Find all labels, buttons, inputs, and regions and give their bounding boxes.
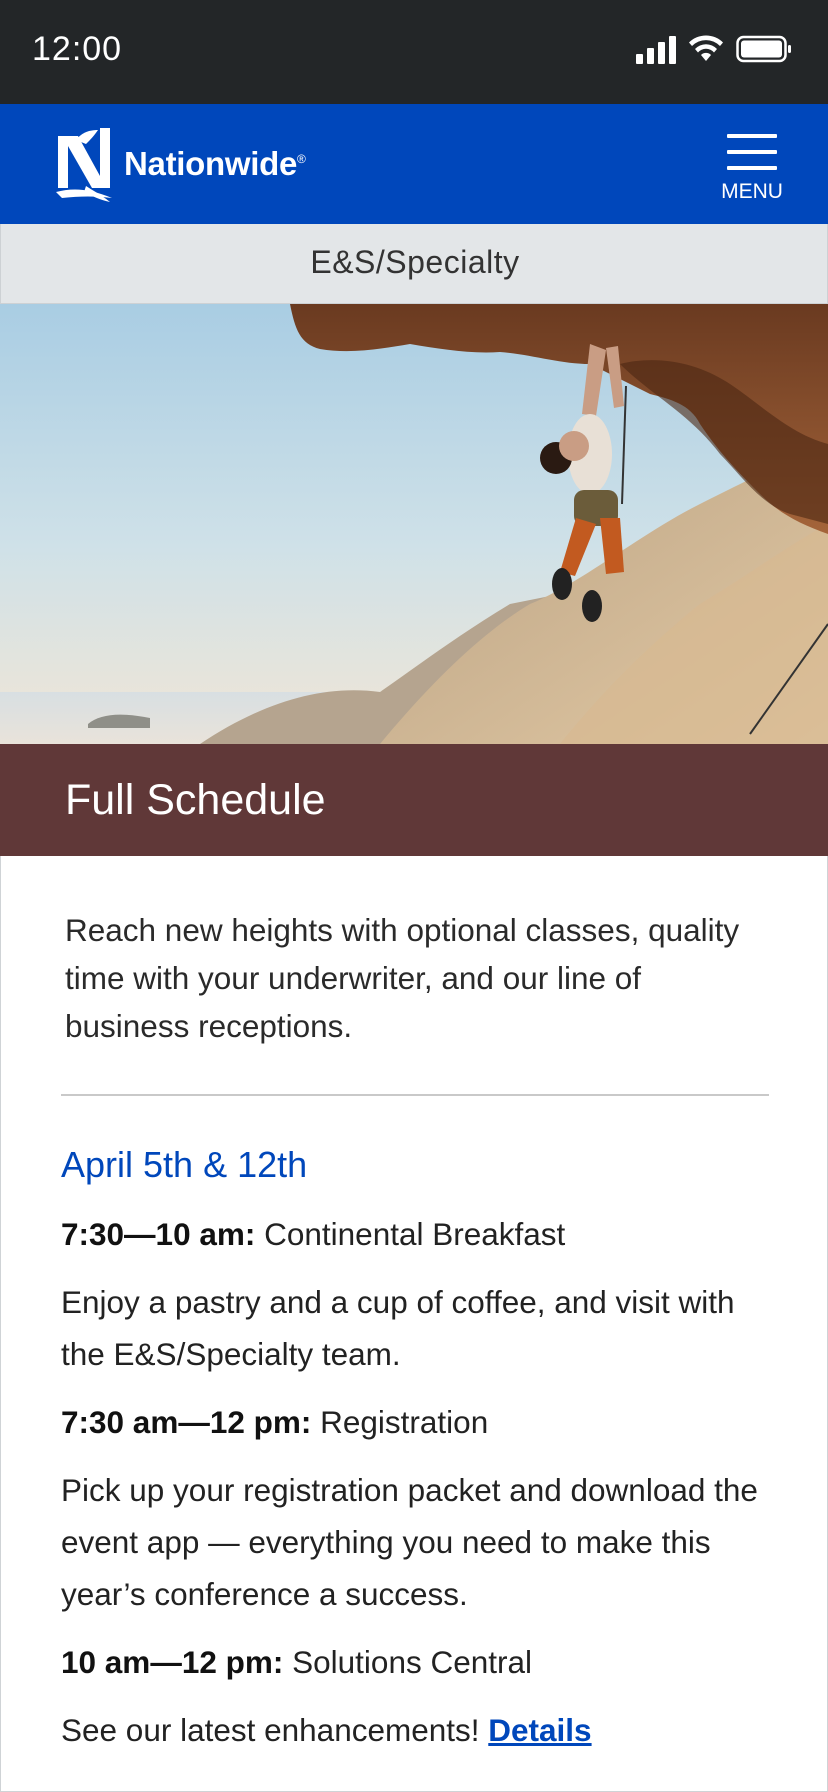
brand-name: Nationwide bbox=[124, 145, 298, 182]
schedule-time: 7:30—10 am: bbox=[61, 1216, 256, 1252]
registered-mark: ® bbox=[297, 152, 306, 166]
subnav-label: E&S/Specialty bbox=[310, 244, 520, 280]
schedule-item-title: 7:30—10 am: Continental Breakfast bbox=[61, 1208, 781, 1260]
schedule-title: Continental Breakfast bbox=[264, 1216, 566, 1252]
page-title: Full Schedule bbox=[65, 776, 326, 824]
schedule-title: Registration bbox=[320, 1404, 489, 1440]
nationwide-logo[interactable]: Nationwide® bbox=[56, 126, 306, 202]
schedule-item-description: Enjoy a pastry and a cup of coffee, and … bbox=[61, 1284, 735, 1372]
schedule-item-description: See our latest enhancements! Details bbox=[61, 1704, 781, 1756]
schedule-description-text: See our latest enhancements! bbox=[61, 1712, 480, 1748]
date-heading: April 5th & 12th bbox=[61, 1144, 308, 1185]
schedule-item-description: Pick up your registration packet and dow… bbox=[61, 1472, 758, 1612]
details-link[interactable]: Details bbox=[488, 1712, 591, 1748]
schedule-item-title: 10 am—12 pm: Solutions Central bbox=[61, 1636, 781, 1688]
divider bbox=[61, 1094, 769, 1096]
eagle-logo-icon bbox=[56, 128, 112, 202]
schedule-content: Reach new heights with optional classes,… bbox=[0, 856, 828, 1792]
top-navbar: Nationwide® MENU bbox=[0, 104, 828, 224]
menu-button[interactable]: MENU bbox=[712, 128, 792, 204]
wifi-icon bbox=[689, 35, 723, 61]
intro-text: Reach new heights with optional classes,… bbox=[65, 912, 740, 1044]
signal-icon bbox=[636, 34, 676, 64]
schedule-time: 10 am—12 pm: bbox=[61, 1644, 284, 1680]
status-icons bbox=[636, 34, 792, 64]
status-bar: 12:00 bbox=[0, 0, 828, 104]
section-banner: Full Schedule bbox=[0, 744, 828, 856]
schedule-item-title: 7:30 am—12 pm: Registration bbox=[61, 1396, 781, 1448]
status-time: 12:00 bbox=[32, 30, 123, 68]
section-subnav[interactable]: E&S/Specialty bbox=[0, 224, 828, 304]
schedule-title: Solutions Central bbox=[292, 1644, 533, 1680]
hero-image bbox=[0, 304, 828, 744]
schedule-time: 7:30 am—12 pm: bbox=[61, 1404, 312, 1440]
battery-icon bbox=[736, 35, 791, 63]
menu-label: MENU bbox=[721, 180, 783, 203]
